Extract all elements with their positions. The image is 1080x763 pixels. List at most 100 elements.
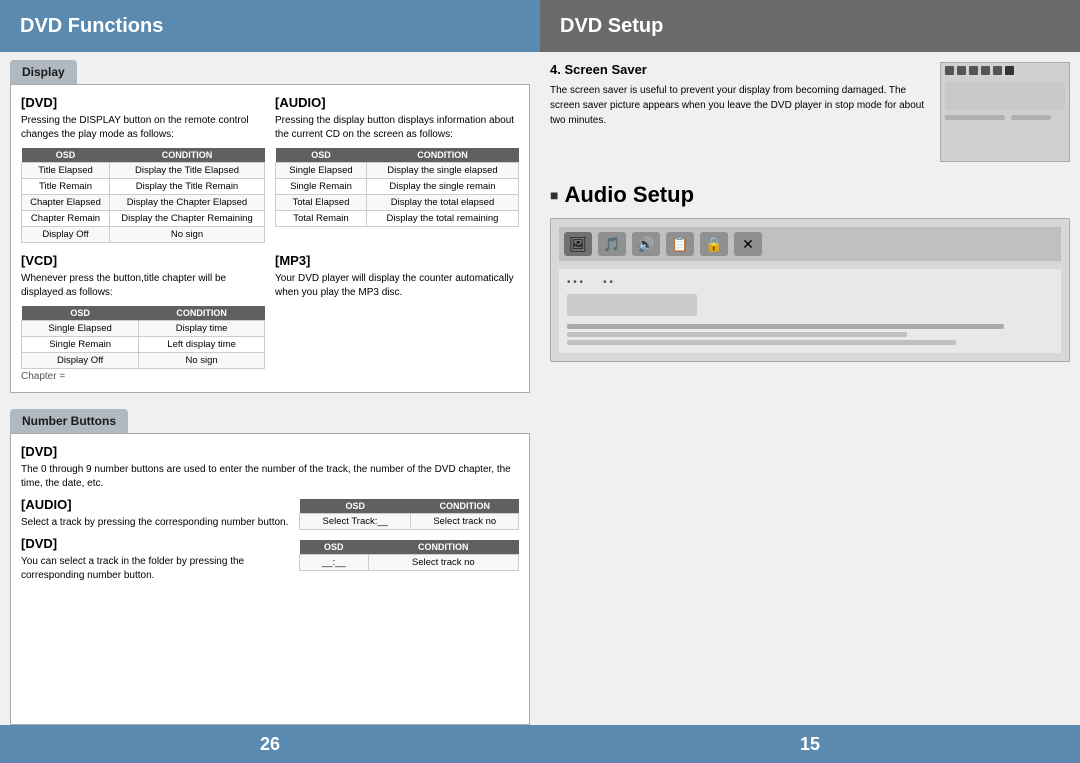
mock-audio-body: • • • • •: [559, 269, 1061, 353]
table-cell: Chapter Elapsed: [22, 195, 110, 211]
mock-icon-4: [981, 66, 990, 75]
mock-progress-bar-3: [567, 340, 956, 345]
dvd2-num-condition-header: CONDITION: [368, 540, 518, 555]
vcd-col: [VCD] Whenever press the button,title ch…: [21, 253, 265, 382]
number-buttons-section-box: [DVD] The 0 through 9 number buttons are…: [10, 433, 530, 725]
table-cell: Title Elapsed: [22, 163, 110, 179]
chapter-eq: Chapter =: [21, 371, 265, 382]
dvd-col: [DVD] Pressing the DISPLAY button on the…: [21, 95, 265, 243]
dvd-heading: [DVD]: [21, 95, 265, 110]
table-cell: Single Elapsed: [22, 321, 139, 337]
vcd-osd-header: OSD: [22, 306, 139, 321]
audio-text: Pressing the display button displays inf…: [275, 114, 519, 142]
display-two-col: [DVD] Pressing the DISPLAY button on the…: [21, 95, 519, 243]
mock-audio-screen: 🖼 🎵 🔊 📋 🔒 ✕ • • • • •: [550, 218, 1070, 362]
screen-saver-text-area: 4. Screen Saver The screen saver is usef…: [550, 62, 930, 162]
table-cell: Display the single elapsed: [366, 163, 518, 179]
dvd2-num-osd-table: OSD CONDITION __:__Select track no: [299, 540, 519, 571]
audio-setup-title: Audio Setup: [550, 182, 1070, 208]
display-tab: Display: [0, 52, 540, 84]
right-header: DVD Setup: [540, 0, 1080, 52]
mock-icon-2: [957, 66, 966, 75]
small-table-wrap: OSD CONDITION Select Track:__Select trac…: [299, 497, 519, 571]
audio-condition-header: CONDITION: [366, 148, 518, 163]
mock-audio-icon-lock: 🔒: [700, 232, 728, 256]
left-header: DVD Functions: [0, 0, 540, 52]
table-cell: Display the Title Elapsed: [110, 163, 265, 179]
table-cell: Display the total remaining: [366, 211, 518, 227]
mock-content-lines: [945, 115, 1065, 120]
num-dvd2-heading: [DVD]: [21, 536, 289, 551]
table-cell: Total Elapsed: [276, 195, 367, 211]
mock-line-1: [945, 115, 1005, 120]
table-cell: Single Remain: [22, 337, 139, 353]
mock-progress-bar-2: [567, 332, 907, 337]
mock-toolbar: [941, 63, 1069, 78]
mock-audio-icon-sound: 🔊: [632, 232, 660, 256]
screen-saver-title: 4. Screen Saver: [550, 62, 930, 77]
mock-dots-right: • •: [603, 277, 613, 288]
mock-audio-row-1: • • • • •: [567, 277, 1053, 288]
num-inner: [AUDIO] Select a track by pressing the c…: [21, 497, 519, 589]
table-cell: No sign: [110, 227, 265, 243]
left-footer: 26: [0, 725, 540, 763]
mock-audio-toolbar: 🖼 🎵 🔊 📋 🔒 ✕: [559, 227, 1061, 261]
left-panel: DVD Functions Display [DVD] Pressing the…: [0, 0, 540, 763]
number-buttons-tab: Number Buttons: [0, 401, 540, 433]
mock-line-2: [1011, 115, 1051, 120]
mock-audio-icon-music: 🎵: [598, 232, 626, 256]
mock-icon-3: [969, 66, 978, 75]
table-cell: Title Remain: [22, 179, 110, 195]
dvd2-num-osd-header: OSD: [300, 540, 369, 555]
mock-audio-icon-list: 📋: [666, 232, 694, 256]
audio-osd-header: OSD: [276, 148, 367, 163]
right-page-number: 15: [800, 734, 820, 755]
dvd-condition-header: CONDITION: [110, 148, 265, 163]
audio-heading: [AUDIO]: [275, 95, 519, 110]
table-cell: __:__: [300, 555, 369, 571]
table-cell: Display the Chapter Remaining: [110, 211, 265, 227]
dvd-osd-table: OSD CONDITION Title ElapsedDisplay the T…: [21, 148, 265, 243]
table-cell: Display Off: [22, 353, 139, 369]
mock-icon-1: [945, 66, 954, 75]
left-page-number: 26: [260, 734, 280, 755]
table-cell: Display the total elapsed: [366, 195, 518, 211]
screen-saver-section: 4. Screen Saver The screen saver is usef…: [550, 62, 1070, 162]
audio-col: [AUDIO] Pressing the display button disp…: [275, 95, 519, 243]
num-dvd2-text: You can select a track in the folder by …: [21, 555, 289, 583]
display-section-box: [DVD] Pressing the DISPLAY button on the…: [10, 84, 530, 393]
mp3-col: [MP3] Your DVD player will display the c…: [275, 253, 519, 382]
number-buttons-tab-label: Number Buttons: [10, 409, 128, 433]
table-cell: Display the single remain: [366, 179, 518, 195]
num-dvd-heading: [DVD]: [21, 444, 519, 459]
num-right: OSD CONDITION Select Track:__Select trac…: [299, 497, 519, 589]
vcd-heading: [VCD]: [21, 253, 265, 268]
vcd-text: Whenever press the button,title chapter …: [21, 272, 265, 300]
table-cell: Display Off: [22, 227, 110, 243]
mock-dots-left: • • •: [567, 277, 583, 288]
num-audio-heading: [AUDIO]: [21, 497, 289, 512]
num-left: [AUDIO] Select a track by pressing the c…: [21, 497, 289, 589]
vcd-condition-header: CONDITION: [139, 306, 265, 321]
table-cell: Display the Title Remain: [110, 179, 265, 195]
table-cell: Select Track:__: [300, 514, 411, 530]
table-cell: Display the Chapter Elapsed: [110, 195, 265, 211]
table-cell: Select track no: [411, 514, 519, 530]
table-cell: Single Elapsed: [276, 163, 367, 179]
mock-screen-body: [941, 78, 1069, 124]
screen-saver-body: The screen saver is useful to prevent yo…: [550, 83, 930, 128]
vcd-osd-table: OSD CONDITION Single ElapsedDisplay time…: [21, 306, 265, 369]
mock-selected-bar: [567, 294, 697, 316]
right-footer: 15: [540, 725, 1080, 763]
table-cell: No sign: [139, 353, 265, 369]
mock-screen-image: [940, 62, 1070, 162]
table-cell: Chapter Remain: [22, 211, 110, 227]
table-cell: Single Remain: [276, 179, 367, 195]
table-cell: Total Remain: [276, 211, 367, 227]
mp3-text: Your DVD player will display the counter…: [275, 272, 519, 300]
mock-icon-6: [1005, 66, 1014, 75]
audio-num-osd-table: OSD CONDITION Select Track:__Select trac…: [299, 499, 519, 530]
mock-audio-icon-photo: 🖼: [564, 232, 592, 256]
dvd-osd-header: OSD: [22, 148, 110, 163]
num-audio-text: Select a track by pressing the correspon…: [21, 516, 289, 530]
